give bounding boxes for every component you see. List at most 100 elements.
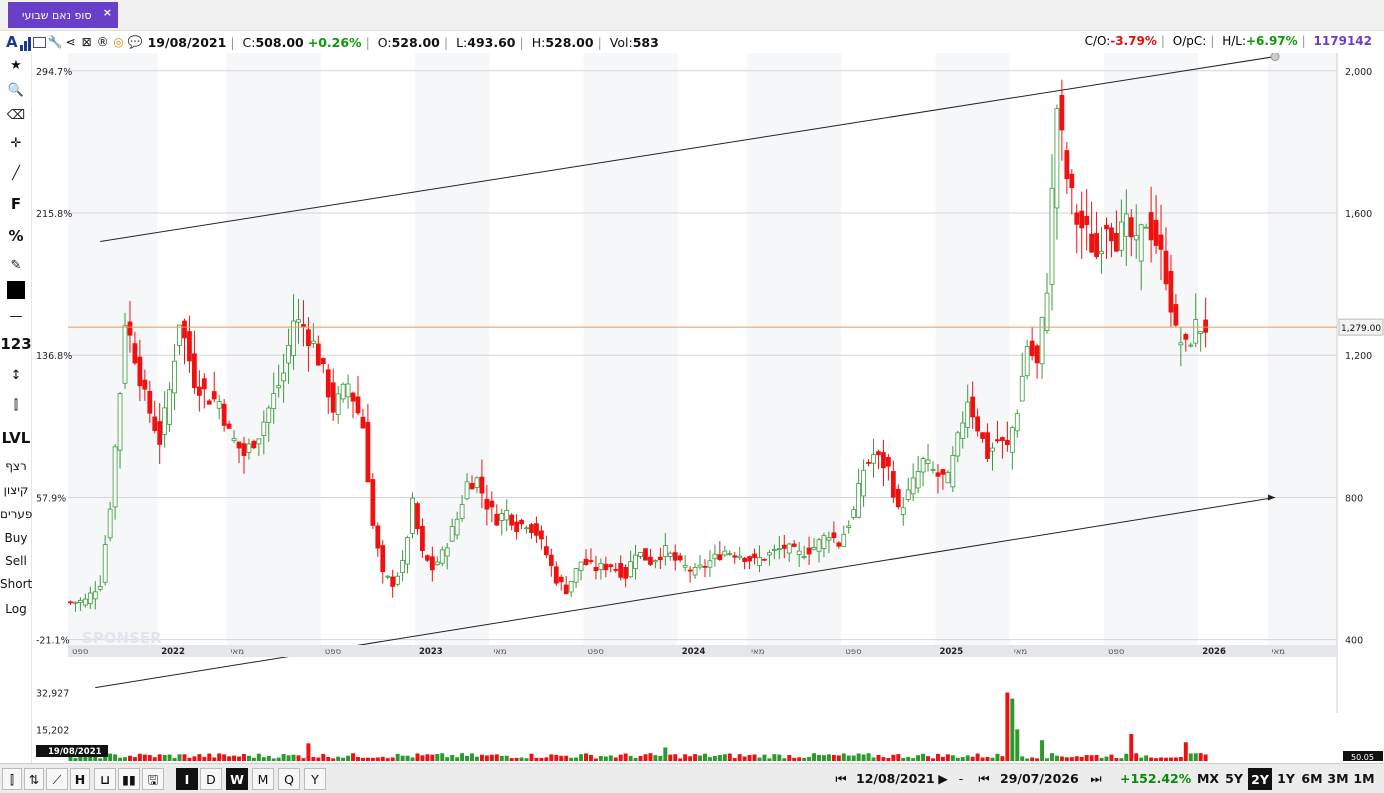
wrench-icon[interactable]: 🔧	[48, 35, 63, 49]
comment-icon[interactable]: 💬	[128, 35, 143, 49]
save-icon[interactable]: 🖫	[142, 768, 164, 790]
candle-body	[246, 443, 252, 453]
candle-body	[677, 555, 683, 561]
volume-bar	[1159, 757, 1164, 761]
candle-body	[216, 401, 222, 409]
range-3M[interactable]: 3M	[1326, 768, 1350, 790]
candle-body	[102, 544, 108, 583]
percent-tool[interactable]: %	[0, 225, 32, 247]
range-5Y[interactable]: 5Y	[1222, 768, 1246, 790]
period-Q[interactable]: Q	[278, 768, 300, 790]
short-button[interactable]: Short	[0, 573, 32, 595]
candle-type-icon[interactable]: ⫿	[0, 395, 32, 417]
line-tool-icon[interactable]: ╱	[0, 163, 32, 185]
search-icon[interactable]: 🔍	[0, 80, 32, 102]
candle-body	[92, 591, 98, 600]
number-tool[interactable]: 123	[0, 333, 32, 355]
range-MX[interactable]: MX	[1196, 768, 1220, 790]
volume-bar	[812, 753, 817, 761]
period-D[interactable]: D	[200, 768, 222, 790]
candle-body	[613, 569, 619, 571]
tab-weekly-chart[interactable]: סופ נאם שבועי ×	[8, 2, 118, 28]
fast-forward-icon[interactable]: ⏭	[1076, 768, 1116, 790]
candles-icon[interactable]: ⫿	[2, 768, 22, 790]
step-forward-icon[interactable]: ▶	[930, 768, 956, 790]
date-to[interactable]: 29/07/2026	[1000, 768, 1079, 790]
share-icon[interactable]: ⋖	[64, 35, 78, 49]
volume-bar	[851, 755, 856, 761]
candle-body	[558, 576, 564, 583]
target-icon[interactable]: ◎	[112, 35, 126, 49]
window-icon[interactable]	[32, 36, 46, 48]
horizontal-line-tool[interactable]: —	[0, 306, 32, 328]
rewind-end-icon[interactable]: ⏮	[970, 768, 998, 790]
buy-button[interactable]: Buy	[0, 527, 32, 549]
candle-body	[1024, 345, 1030, 377]
volume-bar	[460, 753, 465, 761]
volume-bar	[489, 754, 494, 761]
continuous-tool[interactable]: רצף	[0, 455, 32, 477]
bars-icon[interactable]: ⊔	[94, 768, 116, 790]
candle-body	[638, 552, 643, 557]
gaps-tool[interactable]: פערים	[0, 503, 32, 525]
period-W[interactable]: W	[226, 768, 248, 790]
volume-bar	[871, 757, 876, 761]
candle-body	[598, 563, 604, 570]
period-M[interactable]: M	[252, 768, 274, 790]
excel-icon[interactable]: ⊠	[80, 35, 94, 49]
color-swatch[interactable]	[0, 279, 32, 301]
date-from[interactable]: 12/08/2021	[856, 768, 935, 790]
level-tool[interactable]: LVL	[0, 427, 32, 449]
sell-button[interactable]: Sell	[0, 550, 32, 572]
candle-body	[425, 555, 430, 561]
x-axis-label: ספט	[325, 647, 342, 657]
volume-bar	[172, 757, 177, 761]
range-1M[interactable]: 1M	[1352, 768, 1376, 790]
range-6M[interactable]: 6M	[1300, 768, 1324, 790]
candle-body	[122, 325, 128, 384]
candle-body	[499, 513, 505, 521]
crosshair-icon[interactable]: ✛	[0, 133, 32, 155]
volume-bar	[539, 757, 544, 761]
mountain-icon[interactable]: ▮▮	[118, 768, 140, 790]
eraser-icon[interactable]: ⌫	[0, 105, 32, 127]
star-icon[interactable]: ★	[0, 55, 32, 77]
volume-bar	[1168, 757, 1173, 761]
security-id: 1179142	[1313, 34, 1372, 48]
edit-icon[interactable]: ✎	[0, 255, 32, 277]
period-Y[interactable]: Y	[304, 768, 326, 790]
candle-body	[271, 393, 277, 409]
ohlc-icon[interactable]: ⇅	[24, 768, 44, 790]
volume-bar	[668, 754, 673, 761]
line-chart-icon[interactable]: ⟋	[46, 768, 68, 790]
x-axis-label: מאי	[231, 647, 244, 657]
candle-body	[1039, 317, 1045, 365]
candle-body	[315, 343, 321, 366]
close-icon[interactable]: ×	[103, 6, 112, 19]
volume-bar	[588, 754, 593, 761]
period-I[interactable]: I	[176, 768, 198, 790]
rewind-start-icon[interactable]: ⏮	[828, 768, 854, 790]
range-2Y[interactable]: 2Y	[1248, 768, 1272, 790]
fibonacci-tool[interactable]: F	[0, 193, 32, 215]
candle-body	[395, 575, 401, 585]
chart-area[interactable]: 2,000 294.7% 1,600 215.8% 1,200 136.8% 800 57.9…	[32, 52, 1384, 763]
volume-bar	[633, 757, 638, 761]
range-1Y[interactable]: 1Y	[1274, 768, 1298, 790]
registered-icon[interactable]: ®	[96, 35, 110, 49]
adjust-tool[interactable]: קיצון	[0, 479, 32, 501]
volume-bar	[950, 755, 955, 761]
candle-body	[529, 524, 534, 533]
volume-bar	[167, 754, 172, 761]
candle-body	[752, 553, 757, 559]
vertical-measure-tool[interactable]: ↕	[0, 365, 32, 387]
chart-band	[226, 53, 321, 645]
volume-bar	[1005, 692, 1010, 761]
candle-body	[806, 547, 812, 555]
volume-bar	[861, 754, 866, 761]
volume-bar	[306, 743, 311, 761]
heikin-icon[interactable]: H	[70, 768, 90, 790]
log-button[interactable]: Log	[0, 598, 32, 620]
price-chart[interactable]: 2,000 294.7% 1,600 215.8% 1,200 136.8% 800 57.9…	[32, 52, 1384, 763]
candle-body	[167, 389, 173, 425]
